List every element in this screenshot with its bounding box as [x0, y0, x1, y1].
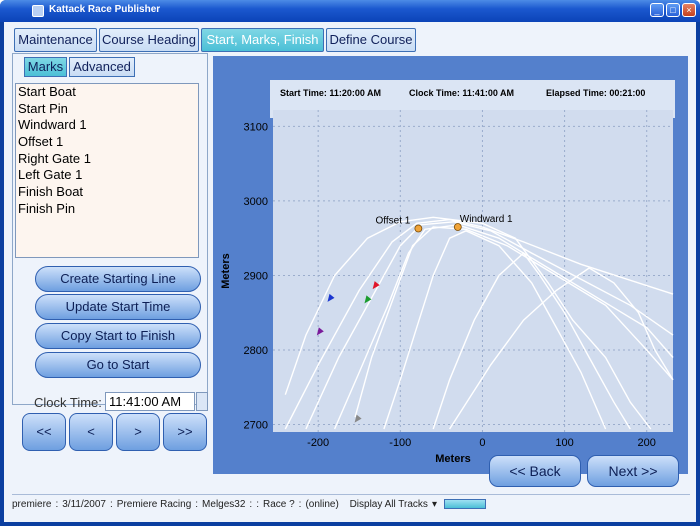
y-axis-label: Meters — [220, 253, 232, 288]
x-axis-label: Meters — [435, 453, 470, 465]
client-area: Maintenance Course Heading Start, Marks,… — [4, 22, 696, 522]
next-step-button[interactable]: > — [116, 413, 160, 451]
app-window: Kattack Race Publisher _ □ × Maintenance… — [0, 0, 700, 526]
status-field: : — [110, 499, 113, 510]
status-field: premiere — [12, 499, 52, 510]
status-field: : — [195, 499, 199, 510]
display-tracks-select[interactable]: Display All Tracks — [350, 499, 428, 510]
list-item[interactable]: Windward 1 — [16, 117, 198, 134]
last-button[interactable]: >> — [163, 413, 207, 451]
y-tick-label: 2900 — [244, 270, 268, 282]
subtab-advanced[interactable]: Advanced — [69, 57, 135, 77]
list-item[interactable]: Right Gate 1 — [16, 151, 198, 168]
title-bar: Kattack Race Publisher _ □ × — [0, 0, 700, 22]
status-progress-bar — [443, 499, 486, 510]
status-fields: premiere:3/11/2007: Premiere Racing: Melge… — [12, 499, 343, 510]
tab-maintenance[interactable]: Maintenance — [14, 28, 97, 52]
list-item[interactable]: Finish Pin — [16, 201, 198, 218]
list-item[interactable]: Start Pin — [16, 101, 198, 118]
tab-define-course[interactable]: Define Course — [326, 28, 416, 52]
elapsed-time-text: Elapsed Time: 00:21:00 — [546, 88, 645, 98]
course-mark-label: Windward 1 — [460, 214, 513, 225]
course-mark-label: Offset 1 — [376, 216, 411, 227]
status-field: : — [256, 499, 259, 510]
x-tick-label: -100 — [389, 437, 411, 449]
app-icon — [32, 5, 44, 17]
next-button[interactable]: Next >> — [587, 455, 679, 487]
list-item[interactable]: Left Gate 1 — [16, 167, 198, 184]
status-field: : — [55, 499, 59, 510]
start-time-text: Start Time: 11:20:00 AM — [280, 88, 381, 98]
status-field: (online) — [305, 499, 339, 510]
minimize-button[interactable]: _ — [650, 3, 664, 17]
clock-spinner[interactable] — [196, 392, 208, 411]
update-start-time-button[interactable]: Update Start Time — [35, 294, 201, 320]
tab-course-heading[interactable]: Course Heading — [99, 28, 199, 52]
race-chart-panel: Start Time: 11:20:00 AM Clock Time: 11:4… — [213, 56, 688, 474]
x-tick-label: -200 — [307, 437, 329, 449]
first-button[interactable]: << — [22, 413, 66, 451]
x-tick-label: 200 — [638, 437, 656, 449]
y-tick-label: 3100 — [244, 121, 268, 133]
status-field: Race ? — [262, 499, 295, 510]
go-to-start-button[interactable]: Go to Start — [35, 352, 201, 378]
list-item[interactable]: Finish Boat — [16, 184, 198, 201]
list-item[interactable]: Offset 1 — [16, 134, 198, 151]
previous-button[interactable]: < — [69, 413, 113, 451]
chart-clock-time-text: Clock Time: 11:41:00 AM — [409, 88, 514, 98]
race-chart[interactable]: Start Time: 11:20:00 AM Clock Time: 11:4… — [213, 56, 688, 474]
status-field: Melges32 — [202, 499, 246, 510]
x-tick-label: 0 — [479, 437, 485, 449]
subtab-marks[interactable]: Marks — [24, 57, 67, 77]
copy-start-to-finish-button[interactable]: Copy Start to Finish — [35, 323, 201, 349]
y-tick-label: 3000 — [244, 196, 268, 208]
list-item[interactable]: Start Boat — [16, 84, 198, 101]
status-field: : — [298, 499, 302, 510]
clock-time-input[interactable] — [105, 392, 195, 411]
close-button[interactable]: × — [682, 3, 696, 17]
clock-time-label: Clock Time: — [34, 395, 102, 410]
y-tick-label: 2800 — [244, 345, 268, 357]
window-title: Kattack Race Publisher — [49, 4, 161, 15]
plot-area — [273, 110, 673, 432]
chevron-down-icon[interactable]: ▾ — [432, 499, 437, 510]
status-bar: premiere:3/11/2007: Premiere Racing: Melge… — [12, 494, 690, 514]
maximize-button[interactable]: □ — [666, 3, 680, 17]
x-tick-label: 100 — [555, 437, 573, 449]
status-field: 3/11/2007 — [62, 499, 106, 510]
status-field: Premiere Racing — [116, 499, 192, 510]
course-mark — [414, 224, 423, 233]
y-tick-label: 2700 — [244, 420, 268, 432]
status-field: : — [249, 499, 253, 510]
marks-list[interactable]: Start Boat Start Pin Windward 1 Offset 1… — [15, 83, 199, 258]
tab-start-marks-finish[interactable]: Start, Marks, Finish — [201, 28, 324, 52]
back-button[interactable]: << Back — [489, 455, 581, 487]
create-starting-line-button[interactable]: Create Starting Line — [35, 266, 201, 292]
